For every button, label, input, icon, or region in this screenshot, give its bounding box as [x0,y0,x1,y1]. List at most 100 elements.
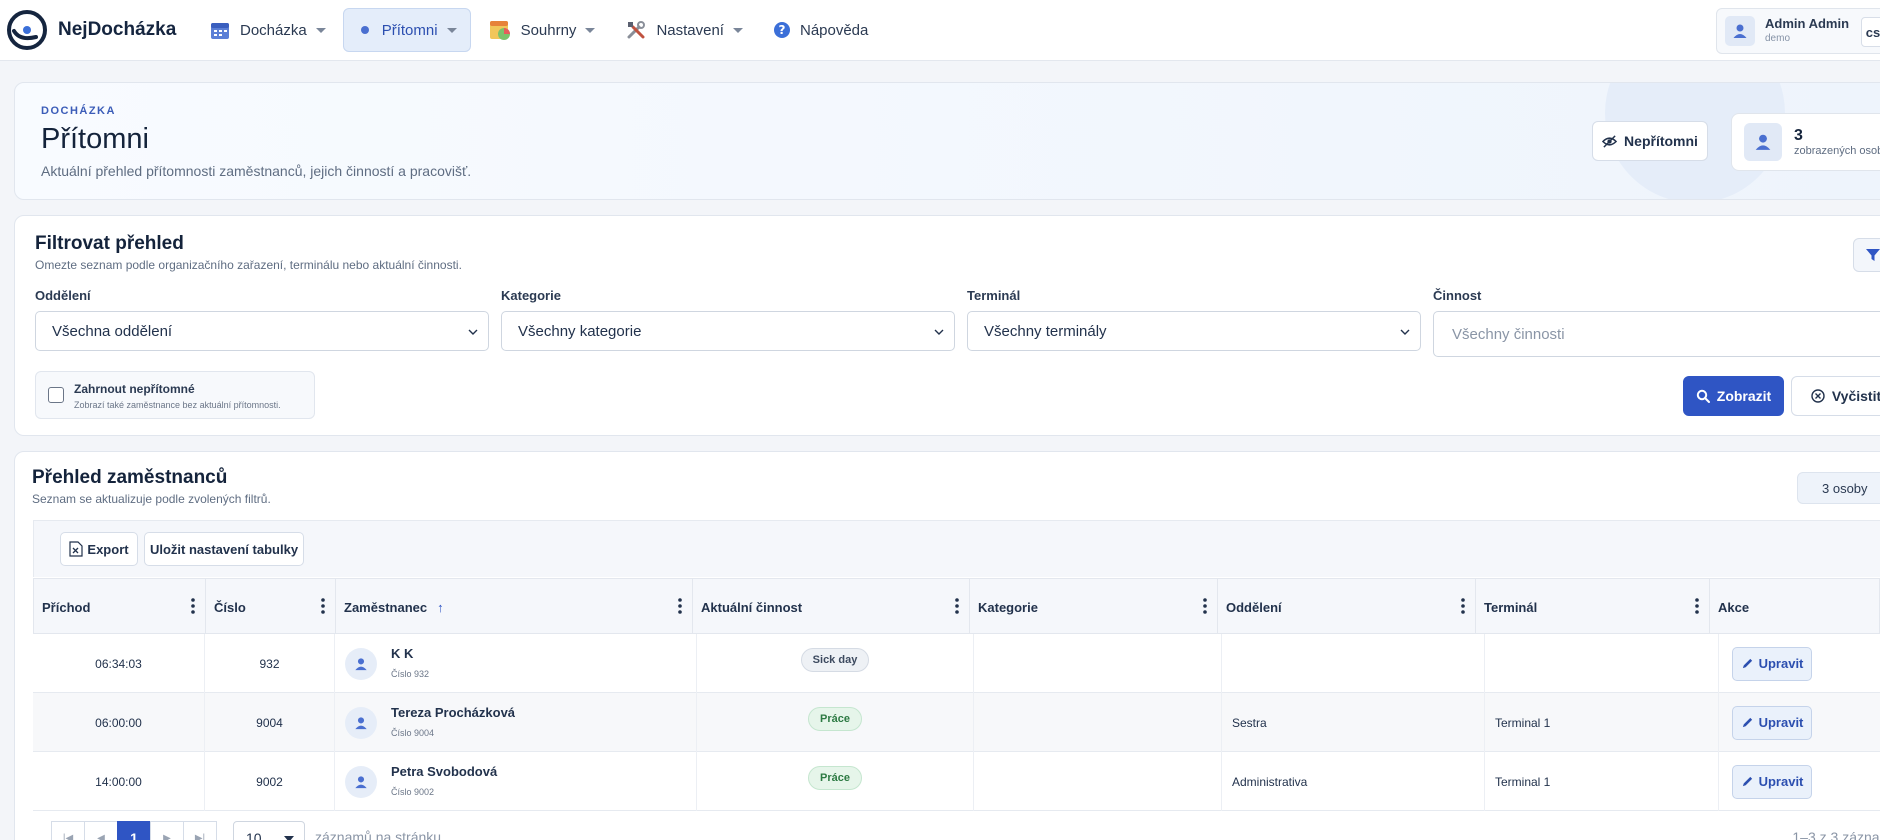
clear-button[interactable]: Vyčistit [1791,376,1880,416]
search-icon [1696,389,1710,403]
column-header-arrival[interactable]: Příchod [34,579,206,635]
tools-icon [627,21,646,39]
activity-badge: Práce [808,706,862,731]
user-menu[interactable]: Admin Admin demo cs [1716,8,1880,54]
app-name: NejDocházka [58,19,177,40]
nav-item-nastaveni[interactable]: Nastavení [612,8,756,52]
column-menu-icon[interactable] [1695,598,1699,614]
caret-down-icon [284,836,294,840]
column-header-terminal[interactable]: Terminál [1476,579,1710,635]
records-range: 1–3 z 3 záznamů [1792,829,1880,840]
count-avatar [1744,123,1782,161]
employee-name-block: Tereza Procházková Číslo 9004 [391,705,515,741]
table-row: 06:00:00 9004 Tereza Procházková Číslo 9… [33,693,1880,752]
activity-input[interactable]: Všechny činnosti [1433,311,1880,357]
clear-circle-icon [1811,389,1825,403]
page-subtitle: Aktuální přehled přítomnosti zaměstnanců… [41,163,472,179]
chevron-down-icon [585,27,596,33]
include-absent-checkbox[interactable] [48,387,64,403]
filter-title: Filtrovat přehled [35,233,184,254]
department-value: Všechna oddělení [52,322,173,340]
page-header-card: DOCHÁZKA Přítomni Aktuální přehled příto… [14,82,1880,200]
page-button-current[interactable]: 1 [117,821,151,840]
department-select[interactable]: Všechna oddělení [35,311,489,351]
edit-button-label: Upravit [1758,715,1804,730]
column-label: Aktuální činnost [701,599,803,615]
edit-button[interactable]: Upravit [1732,646,1812,681]
column-header-department[interactable]: Oddělení [1218,579,1476,635]
table-header: Příchod Číslo Zaměstnanec ↑ Aktuální čin… [33,578,1880,635]
column-menu-icon[interactable] [191,598,195,614]
nav-item-pritomni[interactable]: Přítomni [342,8,471,52]
absent-button[interactable]: Nepřítomni [1592,121,1708,161]
column-header-actions: Akce [1710,579,1880,635]
filter-toggle-button[interactable] [1853,238,1880,272]
include-absent-option[interactable]: Zahrnout nepřítomné Zobrazí také zaměstn… [35,371,315,419]
sort-ascending-icon[interactable]: ↑ [437,600,444,615]
cell-activity: Práce [697,752,974,811]
per-page-select[interactable]: 10 [233,821,305,840]
nav-item-napoveda[interactable]: ? Nápověda [760,8,881,52]
category-value: Všechny kategorie [518,322,642,340]
table-subtitle: Seznam se aktualizuje podle zvolených fi… [32,492,271,506]
category-select[interactable]: Všechny kategorie [501,311,955,351]
employees-card: Přehled zaměstnanců Seznam se aktualizuj… [14,451,1880,840]
people-count-badge: 3 osoby [1797,472,1880,504]
chevron-down-icon [732,27,743,33]
nav-item-souhrny[interactable]: Souhrny [475,8,609,52]
employee-name: K K [391,645,414,661]
column-header-number[interactable]: Číslo [206,579,336,635]
employee-name: Tereza Procházková [391,704,516,720]
table-toolbar: Export Uložit nastavení tabulky [33,520,1880,577]
column-header-employee[interactable]: Zaměstnanec ↑ [336,579,693,635]
edit-button[interactable]: Upravit [1732,764,1812,799]
activity-badge: Sick day [800,647,870,672]
show-button[interactable]: Zobrazit [1683,376,1784,416]
nav-label: Souhrny [520,21,577,39]
excel-file-icon [69,541,84,557]
column-menu-icon[interactable] [321,598,325,614]
column-header-activity[interactable]: Aktuální činnost [693,579,970,635]
logo-icon [7,10,47,50]
language-switch[interactable]: cs [1861,17,1880,47]
department-label: Oddělení [35,288,91,303]
next-page-button[interactable]: ▶ [150,821,184,840]
app-logo[interactable]: NejDocházka [6,9,176,51]
nav-label: Přítomni [381,21,438,39]
activity-placeholder: Všechny činnosti [1452,325,1565,343]
pencil-icon [1742,776,1752,787]
nav-label: Docházka [240,21,307,39]
cell-actions: Upravit [1719,634,1880,693]
pagination: |◀ ◀ 1 ▶ ▶| 10 záznamů na stránku 1–3 z … [33,817,1880,840]
user-name: Admin Admin [1765,16,1850,31]
column-menu-icon[interactable] [955,598,959,614]
user-name-block: Admin Admin demo [1765,16,1849,46]
people-count-label: zobrazených osob [1794,145,1880,157]
last-page-button[interactable]: ▶| [183,821,217,840]
column-menu-icon[interactable] [1461,598,1465,614]
export-button-label: Export [87,541,129,557]
user-role: demo [1765,33,1791,44]
terminal-select[interactable]: Všechny terminály [967,311,1421,351]
include-absent-hint: Zobrazí také zaměstnance bez aktuální př… [74,400,281,410]
column-menu-icon[interactable] [1203,598,1207,614]
funnel-icon [1866,249,1880,261]
employee-avatar [345,765,377,798]
column-menu-icon[interactable] [678,598,682,614]
cell-department: Administrativa [1222,752,1485,811]
per-page-value: 10 [246,830,262,840]
cell-activity: Práce [697,693,974,752]
svg-text:?: ? [779,23,786,37]
save-table-settings-button[interactable]: Uložit nastavení tabulky [144,532,304,566]
column-label: Zaměstnanec [344,599,428,615]
prev-page-button[interactable]: ◀ [84,821,118,840]
column-label: Akce [1718,599,1750,615]
page-eyebrow: DOCHÁZKA [41,105,116,117]
first-page-button[interactable]: |◀ [51,821,85,840]
export-button[interactable]: Export [60,532,138,566]
nav-item-dochazka[interactable]: Docházka [196,8,339,52]
edit-button[interactable]: Upravit [1732,705,1812,740]
employee-name: Petra Svobodová [391,763,498,779]
filter-card: Filtrovat přehled Omezte seznam podle or… [14,215,1880,436]
column-header-category[interactable]: Kategorie [970,579,1218,635]
